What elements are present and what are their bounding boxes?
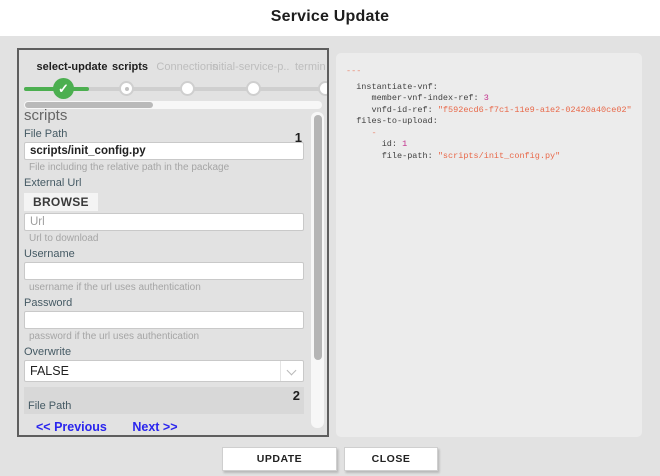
overwrite-label: Overwrite bbox=[24, 346, 304, 358]
password-helper: password if the url uses authentication bbox=[29, 332, 304, 342]
vertical-scrollbar-thumb[interactable] bbox=[314, 115, 322, 360]
username-helper: username if the url uses authentication bbox=[29, 283, 304, 293]
step-circle-connections[interactable] bbox=[180, 81, 195, 96]
chevron-down-icon[interactable] bbox=[280, 361, 303, 381]
service-update-dialog: Service Update select-update scripts Con… bbox=[0, 0, 660, 476]
yaml-preview-panel: --- instantiate-vnf: member-vnf-index-re… bbox=[336, 53, 642, 437]
code-line: - bbox=[346, 128, 642, 140]
overwrite-select[interactable]: FALSE bbox=[24, 360, 304, 382]
next-link[interactable]: Next >> bbox=[132, 420, 177, 434]
file-path-label: File Path bbox=[24, 128, 304, 140]
update-button[interactable]: UPDATE bbox=[222, 447, 337, 471]
overwrite-selected-value: FALSE bbox=[30, 364, 69, 378]
close-button[interactable]: CLOSE bbox=[344, 447, 438, 471]
code-line: file-path: "scripts/init_config.py" bbox=[346, 151, 642, 163]
yaml-code: --- instantiate-vnf: member-vnf-index-re… bbox=[336, 53, 642, 162]
file-path-input[interactable] bbox=[24, 142, 304, 160]
step-select-update[interactable]: select-update bbox=[32, 61, 112, 74]
file-path-helper: File including the relative path in the … bbox=[29, 163, 304, 173]
previous-link[interactable]: << Previous bbox=[36, 420, 107, 434]
code-line: instantiate-vnf: bbox=[346, 82, 642, 94]
code-line: files-to-upload: bbox=[346, 116, 642, 128]
code-line: member-vnf-index-ref: 3 bbox=[346, 93, 642, 105]
scripts-form: scripts 1 File Path File including the r… bbox=[24, 107, 304, 434]
title-bar: Service Update bbox=[0, 0, 660, 36]
code-line: id: 1 bbox=[346, 139, 642, 151]
page-title: Service Update bbox=[0, 8, 660, 26]
step-circle-terminate[interactable] bbox=[318, 81, 329, 96]
check-icon[interactable]: ✓ bbox=[53, 78, 74, 99]
code-line: --- bbox=[346, 66, 642, 78]
external-url-label: External Url bbox=[24, 177, 304, 189]
url-input[interactable] bbox=[24, 213, 304, 231]
code-line: vnfd-id-ref: "f592ecd6-f7c1-11e9-a1e2-02… bbox=[346, 105, 642, 117]
item-2-file-path-label: File Path bbox=[28, 400, 71, 412]
item-1-group: 1 File Path File including the relative … bbox=[24, 128, 304, 382]
username-input[interactable] bbox=[24, 262, 304, 280]
active-step-dot bbox=[125, 87, 129, 91]
step-circle-initial-service[interactable] bbox=[246, 81, 261, 96]
step-initial-service[interactable]: initial-service-p... bbox=[210, 61, 290, 74]
password-input[interactable] bbox=[24, 311, 304, 329]
section-title: scripts bbox=[24, 107, 304, 124]
step-circle-scripts[interactable] bbox=[119, 81, 134, 96]
vertical-scrollbar[interactable] bbox=[311, 112, 324, 428]
wizard-nav: << Previous Next >> bbox=[36, 420, 304, 434]
password-label: Password bbox=[24, 297, 304, 309]
step-terminate[interactable]: termin bbox=[295, 61, 329, 74]
browse-button[interactable]: BROWSE bbox=[24, 193, 98, 211]
username-label: Username bbox=[24, 248, 304, 260]
item-1-index: 1 bbox=[295, 130, 302, 145]
item-2-group: 2 File Path bbox=[24, 387, 304, 414]
url-helper: Url to download bbox=[29, 234, 304, 244]
item-2-index: 2 bbox=[293, 388, 300, 403]
wizard-panel: select-update scripts Connections initia… bbox=[17, 48, 329, 437]
